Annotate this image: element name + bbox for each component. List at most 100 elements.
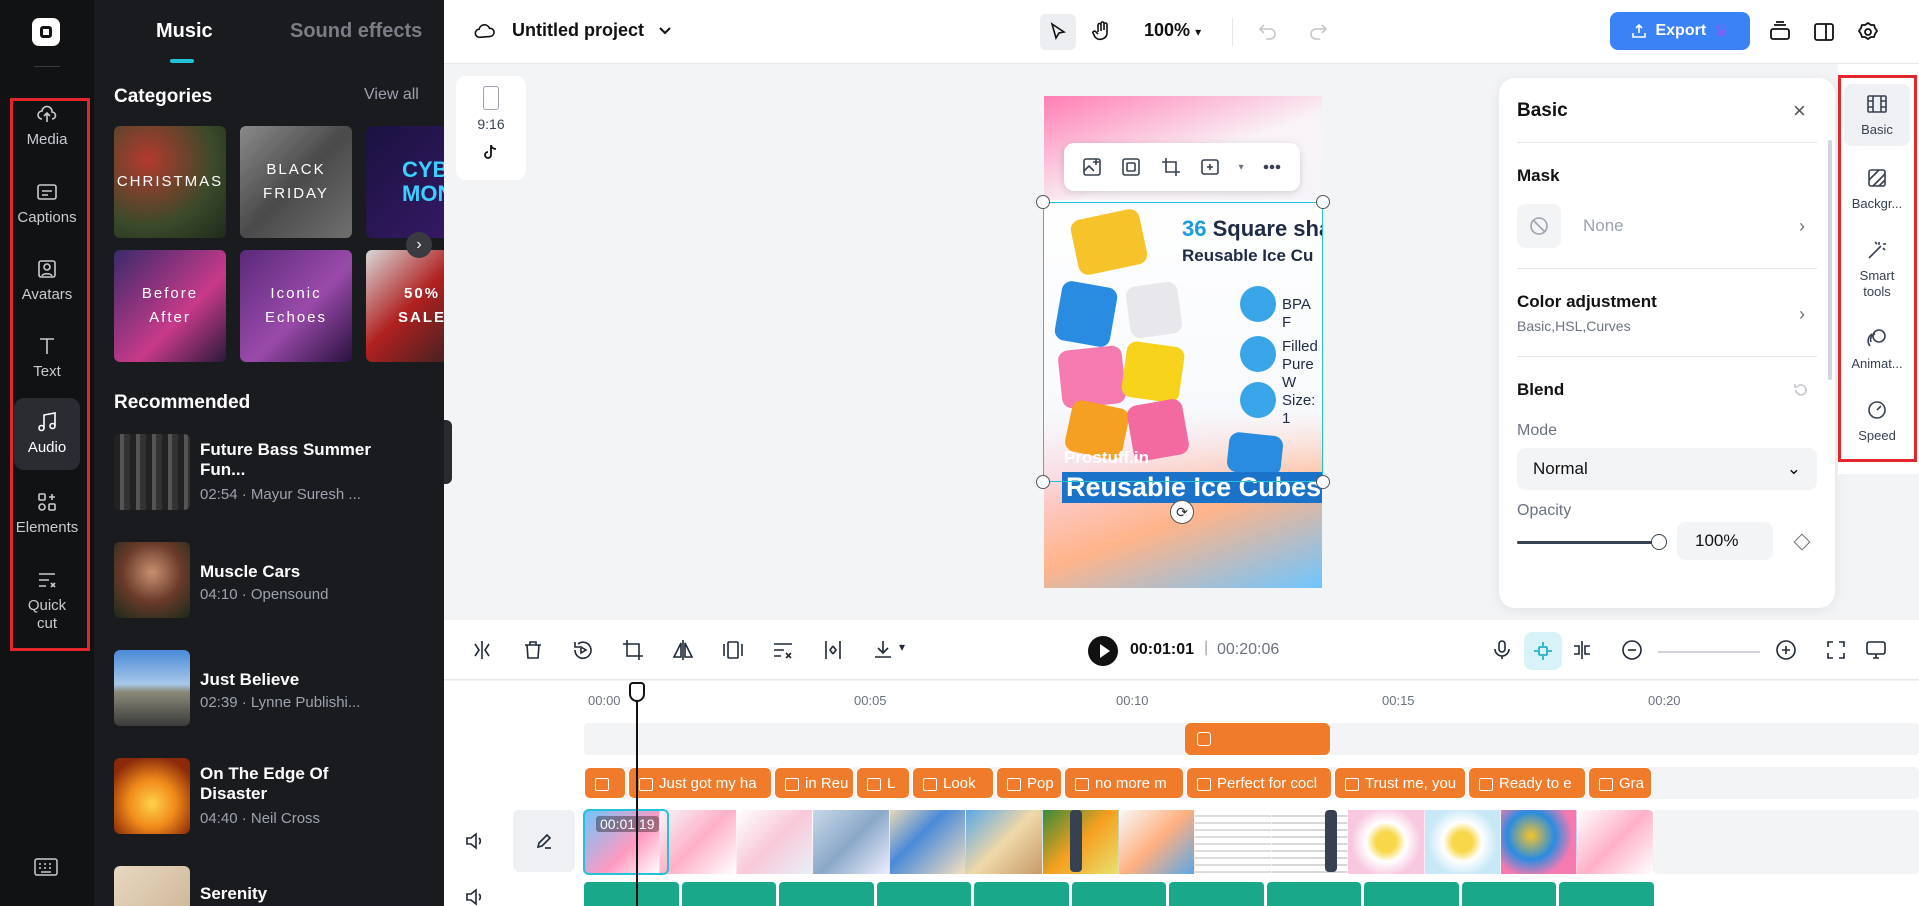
caption-clip[interactable]: Perfect for cocl <box>1186 767 1332 799</box>
audio-clip[interactable] <box>974 882 1069 906</box>
audio-volume-icon[interactable] <box>464 886 486 906</box>
opacity-slider-thumb[interactable] <box>1651 534 1667 550</box>
play-button[interactable] <box>1088 636 1118 666</box>
chevron-right-icon[interactable]: › <box>1799 216 1805 237</box>
hand-tool-button[interactable] <box>1084 14 1120 50</box>
magnet-snap-button[interactable] <box>1524 632 1562 670</box>
tab-music[interactable]: Music <box>156 20 213 43</box>
audio-clip[interactable] <box>779 882 874 906</box>
transition-marker[interactable] <box>1325 810 1337 872</box>
playhead-handle[interactable] <box>629 682 645 702</box>
download-dropdown[interactable]: ▾ <box>871 638 915 662</box>
crop-button[interactable] <box>621 638 645 662</box>
selection-box[interactable] <box>1043 202 1323 482</box>
categories-next-button[interactable]: › <box>406 232 432 258</box>
chevron-right-icon[interactable]: › <box>1799 304 1805 325</box>
settings-button[interactable] <box>1850 14 1886 50</box>
capcut-logo[interactable] <box>32 18 60 46</box>
resize-handle[interactable] <box>1316 475 1330 489</box>
color-adjustment-label[interactable]: Color adjustment <box>1517 292 1657 312</box>
export-button[interactable]: Export ♛ <box>1610 12 1750 50</box>
track-item[interactable]: Just Believe 02:39 · Lynne Publishi... <box>114 650 434 726</box>
opacity-input[interactable]: 100% <box>1677 522 1773 560</box>
transition-marker[interactable] <box>1070 810 1082 872</box>
category-card[interactable]: CHRISTMAS <box>114 126 226 238</box>
record-voice-button[interactable] <box>1490 638 1514 662</box>
resize-handle[interactable] <box>1036 475 1050 489</box>
auto-cut-button[interactable] <box>821 638 845 662</box>
caption-clip[interactable]: Trust me, you <box>1334 767 1466 799</box>
undo-button[interactable] <box>1250 14 1286 50</box>
resize-handle[interactable] <box>1316 195 1330 209</box>
fit-timeline-button[interactable] <box>1824 638 1848 662</box>
audio-clip[interactable] <box>1169 882 1264 906</box>
category-card[interactable]: Before After <box>114 250 226 362</box>
resize-handle[interactable] <box>1036 195 1050 209</box>
redo-button[interactable] <box>1300 14 1336 50</box>
caption-clip[interactable] <box>584 767 626 799</box>
caption-clip[interactable]: Pop <box>996 767 1062 799</box>
timeline-zoom-slider[interactable] <box>1658 651 1760 653</box>
crop-icon[interactable] <box>1160 156 1182 178</box>
blend-mode-select[interactable]: Normal ⌄ <box>1517 448 1817 490</box>
project-title-dropdown[interactable]: Untitled project <box>474 20 672 41</box>
audio-clip[interactable] <box>1266 882 1362 906</box>
video-clip-strip[interactable] <box>584 810 1654 874</box>
zoom-out-button[interactable] <box>1620 638 1644 662</box>
caption-clip[interactable]: Ready to e <box>1468 767 1586 799</box>
freeze-button[interactable] <box>721 638 745 662</box>
more-icon[interactable] <box>1261 156 1283 178</box>
panel-scrollbar[interactable] <box>1828 140 1832 380</box>
replay-button[interactable] <box>571 638 595 662</box>
audio-clip[interactable] <box>876 882 972 906</box>
caption-clip[interactable]: in Reu <box>774 767 854 799</box>
panel-collapse-handle[interactable] <box>444 420 452 484</box>
mask-selector[interactable]: None <box>1517 204 1817 248</box>
audio-clip[interactable] <box>584 882 679 906</box>
audio-clip[interactable] <box>1559 882 1655 906</box>
audio-clip[interactable] <box>1071 882 1167 906</box>
audio-clip[interactable] <box>1364 882 1459 906</box>
cover-button[interactable] <box>513 810 575 872</box>
zoom-in-button[interactable] <box>1774 638 1798 662</box>
caption-clip[interactable]: Just got my ha <box>628 767 772 799</box>
text-overlay-clip[interactable] <box>1185 723 1330 755</box>
cutout-icon[interactable] <box>1120 156 1142 178</box>
flip-button[interactable] <box>671 638 695 662</box>
chevron-down-icon[interactable]: ▾ <box>1239 162 1244 173</box>
aspect-ratio-card[interactable]: 9:16 <box>456 76 526 180</box>
track-item[interactable]: Muscle Cars 04:10 · Opensound <box>114 542 434 618</box>
playhead[interactable] <box>636 684 638 906</box>
track-item[interactable]: Serenity <box>114 866 434 906</box>
caption-clip[interactable]: no more m <box>1064 767 1184 799</box>
delete-button[interactable] <box>521 638 545 662</box>
audio-clip[interactable] <box>1461 882 1557 906</box>
category-card[interactable]: BLACK FRIDAY <box>240 126 352 238</box>
reset-icon[interactable] <box>1793 382 1809 398</box>
split-screen-button[interactable] <box>1570 638 1594 662</box>
track-item[interactable]: On The Edge Of Disaster 04:40 · Neil Cro… <box>114 758 434 834</box>
keyframe-icon[interactable] <box>1793 533 1811 551</box>
replace-image-icon[interactable] <box>1081 156 1103 178</box>
split-button[interactable] <box>470 638 494 662</box>
category-card[interactable]: CYBER MON <box>366 126 444 238</box>
caption-clip[interactable]: Look <box>912 767 994 799</box>
mask-icon[interactable] <box>1199 156 1221 178</box>
category-card[interactable]: 50% SALE <box>366 250 444 362</box>
rotate-handle[interactable]: ⟳ <box>1170 500 1194 524</box>
layout-toggle-button[interactable] <box>1806 14 1842 50</box>
preview-mode-button[interactable] <box>1864 638 1888 662</box>
remove-filler-button[interactable] <box>771 638 795 662</box>
opacity-slider[interactable] <box>1517 541 1657 544</box>
category-card[interactable]: Iconic Echoes <box>240 250 352 362</box>
audio-track[interactable] <box>584 882 1655 906</box>
tab-sound-effects[interactable]: Sound effects <box>290 20 422 43</box>
view-all-link[interactable]: View all <box>364 86 419 104</box>
caption-clip[interactable]: L <box>856 767 910 799</box>
track-item[interactable]: Future Bass Summer Fun... 02:54 · Mayur … <box>114 434 434 510</box>
volume-icon[interactable] <box>464 830 486 852</box>
select-tool-button[interactable] <box>1040 14 1076 50</box>
layers-button[interactable] <box>1762 14 1798 50</box>
close-icon[interactable]: × <box>1793 98 1806 124</box>
zoom-dropdown[interactable]: 100% ▾ <box>1144 20 1201 41</box>
